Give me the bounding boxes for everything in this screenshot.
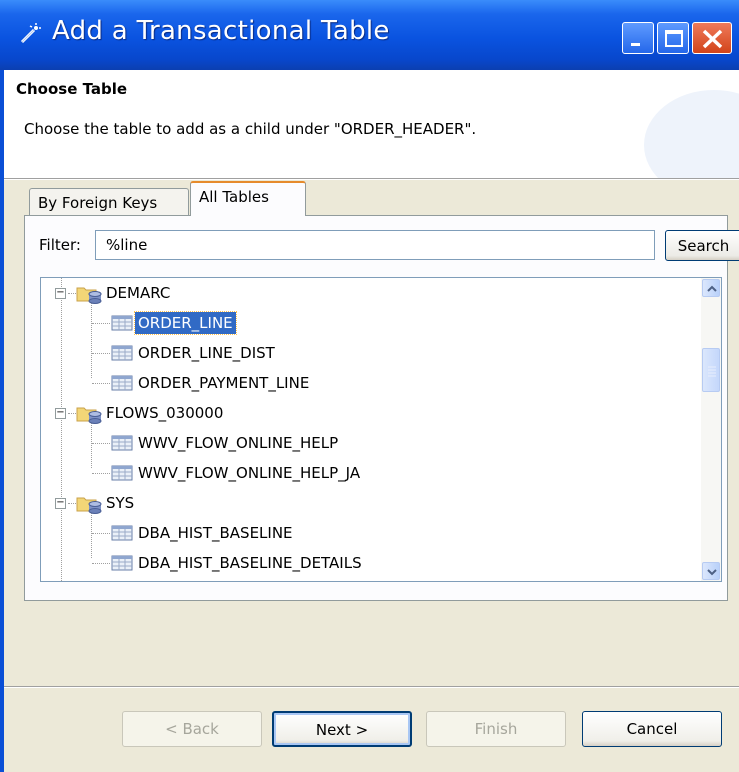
tree-connector xyxy=(92,353,110,354)
dialog-window: Add a Transactional Table Choose Table C… xyxy=(0,0,739,772)
tree-schema-label: SYS xyxy=(106,494,135,512)
tree-table-label: WWV_FLOW_ONLINE_HELP xyxy=(138,434,339,452)
search-button[interactable]: Search xyxy=(665,230,739,261)
tab-panel-all-tables: Filter: Search − xyxy=(24,215,739,601)
tree-vertical-scrollbar[interactable] xyxy=(701,278,721,581)
tree-connector xyxy=(92,473,110,474)
collapse-toggle[interactable]: − xyxy=(55,288,66,299)
grip-icon xyxy=(708,366,716,377)
footer-divider xyxy=(4,686,739,688)
close-button[interactable] xyxy=(692,22,732,54)
maximize-button[interactable] xyxy=(657,22,689,54)
tree-schema-node[interactable]: − SYS xyxy=(41,488,691,518)
page-description: Choose the table to add as a child under… xyxy=(24,120,477,138)
table-icon xyxy=(111,345,133,361)
tree-connector xyxy=(92,443,110,444)
tree-connector xyxy=(92,383,110,384)
scroll-down-button[interactable] xyxy=(702,562,720,580)
table-icon xyxy=(111,465,133,481)
chevron-down-icon xyxy=(707,569,717,576)
schema-folder-icon xyxy=(76,497,102,514)
finish-button[interactable]: Finish xyxy=(426,711,566,747)
scroll-up-button[interactable] xyxy=(702,279,720,297)
maximize-icon xyxy=(665,30,683,47)
cancel-button[interactable]: Cancel xyxy=(582,711,722,747)
back-button[interactable]: < Back xyxy=(122,711,262,747)
collapse-toggle[interactable]: − xyxy=(55,408,66,419)
tab-all-tables[interactable]: All Tables xyxy=(190,181,306,216)
tree-table-label: ORDER_PAYMENT_LINE xyxy=(138,374,310,392)
tree-schema-node[interactable]: − FLOWS_030000 xyxy=(41,398,691,428)
minimize-icon xyxy=(631,43,640,46)
table-icon xyxy=(111,555,133,571)
title-bar[interactable]: Add a Transactional Table xyxy=(0,0,739,70)
close-icon xyxy=(702,29,723,49)
schema-folder-icon xyxy=(76,287,102,304)
tree-table-label: DBA_HIST_BASELINE_DETAILS xyxy=(138,554,362,572)
minimize-button[interactable] xyxy=(622,22,654,54)
tree-table-node[interactable]: ORDER_LINE_DIST xyxy=(41,338,691,368)
tree-table-node[interactable]: DBA_HIST_BASELINE xyxy=(41,518,691,548)
tab-by-foreign-keys[interactable]: By Foreign Keys xyxy=(29,188,189,216)
dialog-body: Choose Table Choose the table to add as … xyxy=(4,70,739,772)
wizard-icon xyxy=(20,23,41,44)
wizard-header: Choose Table Choose the table to add as … xyxy=(4,70,739,178)
tree-table-label: DBA_HIST_BASELINE xyxy=(138,524,293,542)
header-decoration xyxy=(644,90,739,178)
header-divider xyxy=(4,178,739,180)
scroll-thumb[interactable] xyxy=(702,348,720,392)
tree-schema-node[interactable]: − DEMARC xyxy=(41,278,691,308)
table-tree[interactable]: − DEMARC ORDER_LINE ORDER_LINE_DIST ORDE… xyxy=(40,277,722,582)
tree-table-label: ORDER_LINE_DIST xyxy=(138,344,275,362)
tree-connector xyxy=(92,323,110,324)
table-icon xyxy=(111,435,133,451)
tree-table-node[interactable]: WWV_FLOW_ONLINE_HELP xyxy=(41,428,691,458)
tree-table-node[interactable]: DBA_HIST_BASELINE_DETAILS xyxy=(41,548,691,578)
page-title: Choose Table xyxy=(16,80,128,98)
filter-input[interactable] xyxy=(95,230,655,260)
table-icon xyxy=(111,375,133,391)
tree-table-node[interactable]: ORDER_PAYMENT_LINE xyxy=(41,368,691,398)
tree-connector xyxy=(92,563,110,564)
tree-table-node[interactable]: WWV_FLOW_ONLINE_HELP_JA xyxy=(41,458,691,488)
table-icon xyxy=(111,315,133,331)
tree-table-label: ORDER_LINE xyxy=(134,311,237,335)
tree-connector xyxy=(92,533,110,534)
collapse-toggle[interactable]: − xyxy=(55,498,66,509)
tree-schema-label: FLOWS_030000 xyxy=(106,404,224,422)
next-button[interactable]: Next > xyxy=(272,711,412,747)
tree-schema-label: DEMARC xyxy=(106,284,171,302)
tree-table-label: WWV_FLOW_ONLINE_HELP_JA xyxy=(138,464,361,482)
window-title: Add a Transactional Table xyxy=(52,16,390,46)
table-icon xyxy=(111,525,133,541)
filter-label: Filter: xyxy=(39,236,81,254)
tree-table-node[interactable]: ORDER_LINE xyxy=(41,308,691,338)
chevron-up-icon xyxy=(707,285,717,292)
schema-folder-icon xyxy=(76,407,102,424)
